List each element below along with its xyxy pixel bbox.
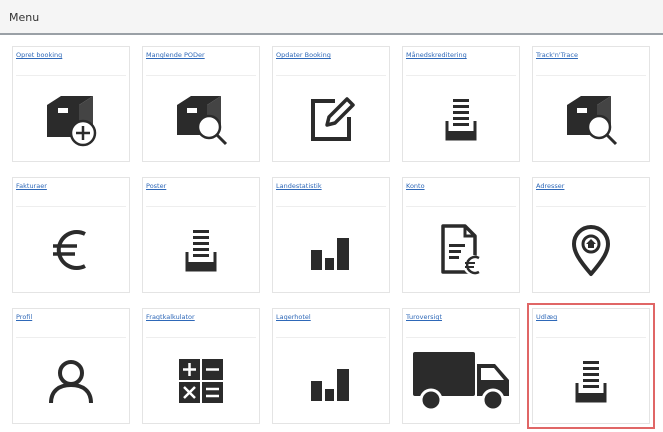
user-icon bbox=[49, 360, 93, 404]
tile-label[interactable]: Profil bbox=[16, 313, 126, 338]
menu-grid: Opret booking Manglende PODer Opdater Bo… bbox=[12, 46, 655, 429]
tile-maanedskreditering[interactable]: Månedskreditering bbox=[402, 46, 520, 162]
tile-konto[interactable]: Konto bbox=[402, 177, 520, 293]
tile-label[interactable]: Turoversigt bbox=[406, 313, 516, 338]
document-stack-icon bbox=[185, 230, 217, 272]
box-search-icon bbox=[567, 96, 618, 146]
document-stack-icon bbox=[445, 99, 477, 141]
tile-manglende-poder[interactable]: Manglende PODer bbox=[142, 46, 260, 162]
calculator-icon bbox=[179, 359, 223, 403]
menu-header: Menu bbox=[0, 0, 663, 35]
tile-label[interactable]: Konto bbox=[406, 182, 516, 207]
bar-chart-icon bbox=[311, 369, 349, 401]
menu-title: Menu bbox=[9, 11, 40, 24]
tile-label[interactable]: Fakturaer bbox=[16, 182, 126, 207]
tile-label[interactable]: Lagerhotel bbox=[276, 313, 386, 338]
tile-profil[interactable]: Profil bbox=[12, 308, 130, 424]
tile-opdater-booking[interactable]: Opdater Booking bbox=[272, 46, 390, 162]
truck-icon bbox=[413, 352, 509, 412]
tile-label[interactable]: Landestatistik bbox=[276, 182, 386, 207]
document-stack-icon bbox=[575, 361, 607, 403]
edit-icon bbox=[311, 97, 355, 141]
tile-label[interactable]: Opdater Booking bbox=[276, 51, 386, 76]
tile-label[interactable]: Track'n'Trace bbox=[536, 51, 646, 76]
tile-udlaeg[interactable]: Udlæg bbox=[527, 303, 655, 429]
location-pin-icon bbox=[572, 225, 610, 276]
tile-label[interactable]: Udlæg bbox=[536, 313, 646, 338]
tile-turoversigt[interactable]: Turoversigt bbox=[402, 308, 520, 424]
tile-label[interactable]: Adresser bbox=[536, 182, 646, 207]
tile-fragtkalkulator[interactable]: Fragtkalkulator bbox=[142, 308, 260, 424]
tile-adresser[interactable]: Adresser bbox=[532, 177, 650, 293]
tile-label[interactable]: Fragtkalkulator bbox=[146, 313, 256, 338]
tile-lagerhotel[interactable]: Lagerhotel bbox=[272, 308, 390, 424]
tile-label[interactable]: Opret booking bbox=[16, 51, 126, 76]
euro-icon bbox=[53, 230, 86, 270]
tile-label[interactable]: Månedskreditering bbox=[406, 51, 516, 76]
tile-label[interactable]: Manglende PODer bbox=[146, 51, 256, 76]
tile-landestatistik[interactable]: Landestatistik bbox=[272, 177, 390, 293]
bar-chart-icon bbox=[311, 238, 349, 270]
tile-opret-booking[interactable]: Opret booking bbox=[12, 46, 130, 162]
tile-track-n-trace[interactable]: Track'n'Trace bbox=[532, 46, 650, 162]
tile-poster[interactable]: Poster bbox=[142, 177, 260, 293]
invoice-euro-icon bbox=[441, 224, 483, 275]
box-search-icon bbox=[177, 96, 228, 146]
tile-fakturaer[interactable]: Fakturaer bbox=[12, 177, 130, 293]
box-add-icon bbox=[47, 96, 97, 147]
tile-label[interactable]: Poster bbox=[146, 182, 256, 207]
